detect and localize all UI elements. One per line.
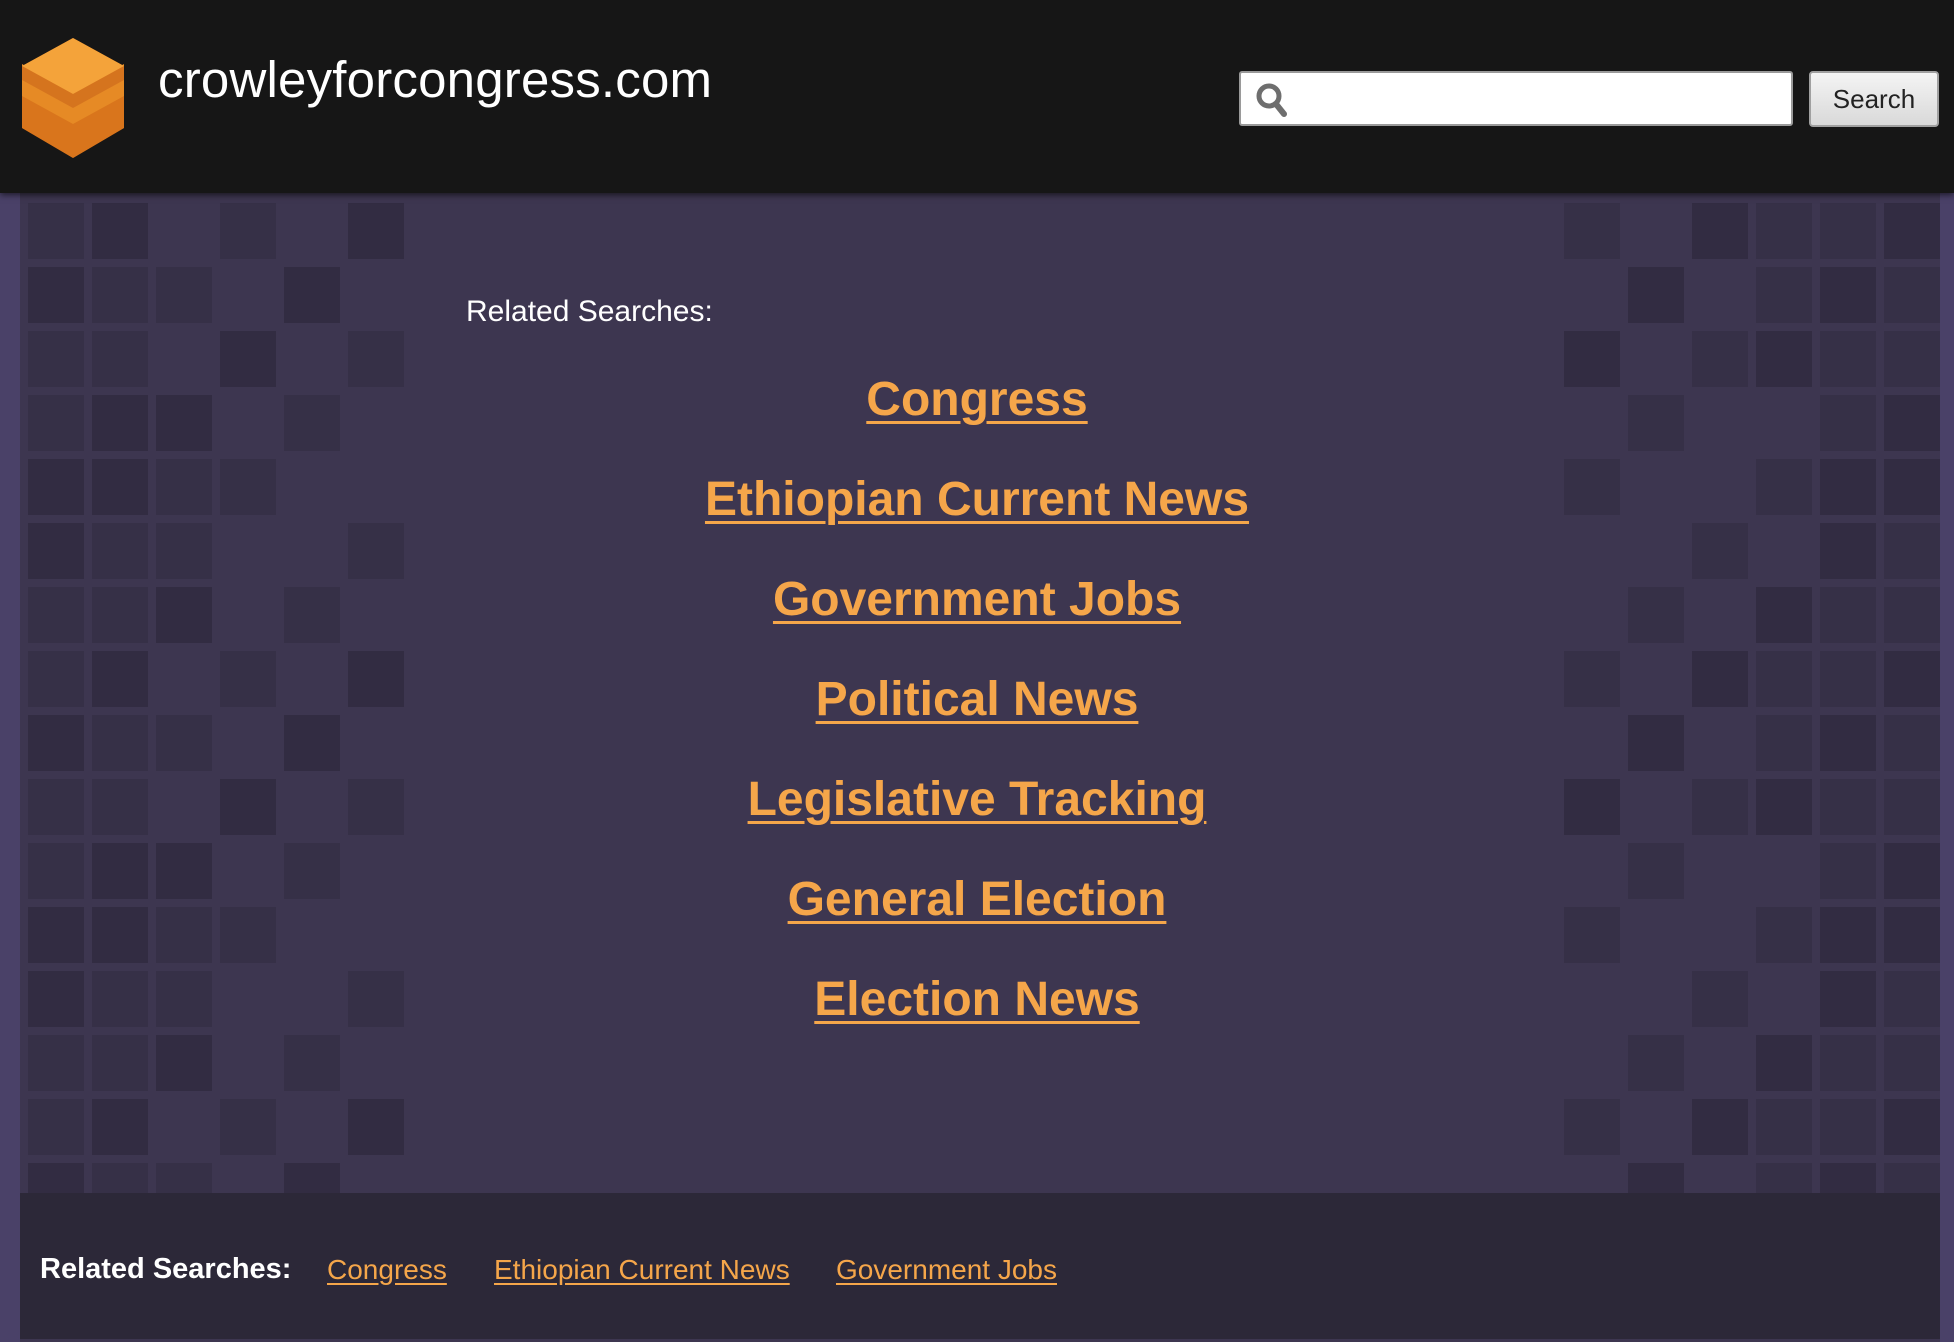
related-link-election-news[interactable]: Election News	[814, 965, 1139, 1065]
related-link-legislative-tracking[interactable]: Legislative Tracking	[748, 765, 1207, 865]
background-tile	[348, 203, 404, 259]
background-tile	[1884, 267, 1940, 323]
background-tile	[220, 203, 276, 259]
background-tile	[1564, 1099, 1620, 1155]
background-tile	[1564, 203, 1620, 259]
background-tile	[1756, 1099, 1812, 1155]
search-input[interactable]	[1297, 73, 1791, 126]
background-tile	[1692, 1099, 1748, 1155]
related-searches-heading: Related Searches:	[466, 295, 713, 328]
background-tile	[1884, 1099, 1940, 1155]
background-tile	[1628, 267, 1684, 323]
logo-icon[interactable]	[18, 36, 128, 160]
search-button[interactable]: Search	[1809, 71, 1939, 127]
background-tile	[92, 267, 148, 323]
background-tile	[1820, 1099, 1876, 1155]
footer-link-government-jobs[interactable]: Government Jobs	[836, 1254, 1057, 1286]
background-tile	[1756, 203, 1812, 259]
background-tile	[92, 203, 148, 259]
footer-related-label: Related Searches:	[40, 1253, 292, 1285]
related-searches-list: Congress Ethiopian Current News Governme…	[0, 365, 1954, 1065]
background-tile	[1884, 203, 1940, 259]
related-link-government-jobs[interactable]: Government Jobs	[773, 565, 1181, 665]
background-tile	[284, 267, 340, 323]
search-box[interactable]	[1239, 71, 1793, 126]
background-tile	[28, 1099, 84, 1155]
background-tile	[92, 1099, 148, 1155]
background-tile	[348, 1099, 404, 1155]
background-tile	[28, 203, 84, 259]
footer-related-searches: Related Searches: Congress Ethiopian Cur…	[20, 1193, 1940, 1339]
background-tile	[1692, 203, 1748, 259]
footer-link-ethiopian-current-news[interactable]: Ethiopian Current News	[494, 1254, 790, 1286]
background-tile	[220, 1099, 276, 1155]
footer-link-congress[interactable]: Congress	[327, 1254, 447, 1286]
related-link-ethiopian-current-news[interactable]: Ethiopian Current News	[705, 465, 1249, 565]
background-tile	[156, 267, 212, 323]
site-name[interactable]: crowleyforcongress.com	[158, 50, 712, 109]
site-header: crowleyforcongress.com Search	[0, 0, 1954, 193]
background-tile	[1820, 267, 1876, 323]
search-icon	[1256, 83, 1287, 117]
background-tile	[28, 267, 84, 323]
related-link-congress[interactable]: Congress	[866, 365, 1087, 465]
background-tile	[1820, 203, 1876, 259]
background-tile	[1756, 267, 1812, 323]
related-link-general-election[interactable]: General Election	[788, 865, 1167, 965]
related-link-political-news[interactable]: Political News	[816, 665, 1139, 765]
